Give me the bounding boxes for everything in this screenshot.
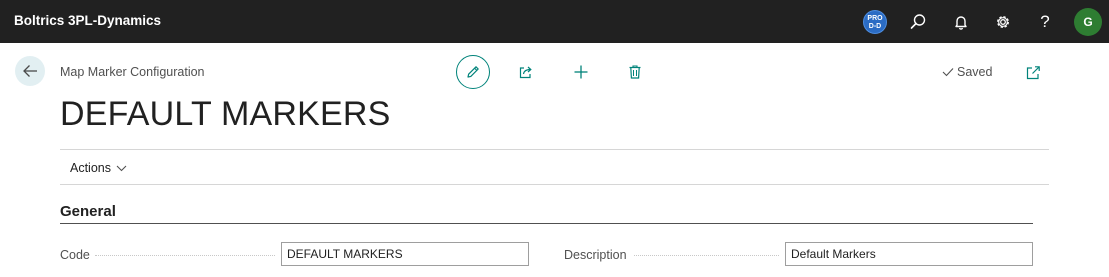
description-field[interactable] bbox=[785, 242, 1033, 266]
description-label: Description bbox=[564, 248, 627, 262]
section-divider bbox=[60, 223, 1033, 224]
environment-badge-line2: D-D bbox=[868, 23, 882, 30]
help-icon[interactable]: ? bbox=[1034, 11, 1056, 33]
divider bbox=[60, 184, 1049, 185]
saved-label: Saved bbox=[957, 65, 993, 79]
breadcrumb: Map Marker Configuration bbox=[60, 65, 205, 79]
top-bar: Boltrics 3PL-Dynamics PRO D-D ? G bbox=[0, 0, 1109, 43]
page-title: DEFAULT MARKERS bbox=[60, 95, 391, 133]
saved-status: Saved bbox=[942, 65, 992, 79]
divider bbox=[60, 149, 1049, 150]
gear-icon[interactable] bbox=[992, 11, 1014, 33]
leader-dots bbox=[95, 255, 275, 256]
user-avatar[interactable]: G bbox=[1074, 8, 1102, 36]
environment-badge[interactable]: PRO D-D bbox=[863, 10, 887, 34]
add-icon[interactable] bbox=[571, 62, 591, 82]
environment-badge-line1: PRO bbox=[867, 15, 883, 22]
code-label: Code bbox=[60, 248, 90, 262]
section-title-general[interactable]: General bbox=[60, 203, 116, 220]
actions-label: Actions bbox=[70, 161, 111, 175]
leader-dots bbox=[634, 255, 779, 256]
chevron-down-icon bbox=[116, 165, 127, 171]
code-field[interactable] bbox=[281, 242, 529, 266]
search-icon[interactable] bbox=[907, 11, 929, 33]
delete-icon[interactable] bbox=[625, 62, 645, 82]
actions-menu[interactable]: Actions bbox=[70, 161, 127, 175]
checkmark-icon bbox=[942, 68, 954, 77]
share-icon[interactable] bbox=[516, 62, 536, 82]
app-title[interactable]: Boltrics 3PL-Dynamics bbox=[14, 13, 161, 28]
arrow-left-icon bbox=[23, 65, 37, 77]
back-button[interactable] bbox=[15, 56, 45, 86]
open-in-new-window-icon[interactable] bbox=[1023, 62, 1043, 82]
edit-icon bbox=[467, 66, 479, 78]
edit-button[interactable] bbox=[456, 55, 490, 89]
bell-icon[interactable] bbox=[950, 11, 972, 33]
